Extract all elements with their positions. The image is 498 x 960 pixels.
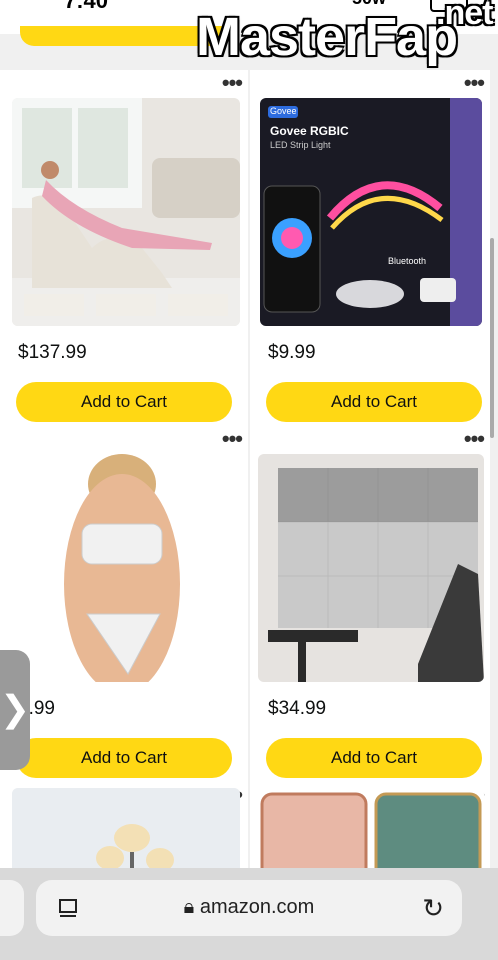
product-card[interactable]: ••• $137.99 Add to Cart xyxy=(0,70,248,440)
watermark-text: MasterFap xyxy=(196,7,458,67)
clock: 7:40 xyxy=(64,0,109,13)
product-feed: ••• $137.99 Add to Cart ••• Govee Govee … xyxy=(0,48,498,902)
bluetooth-label: Bluetooth xyxy=(388,256,427,266)
product-card[interactable]: ••• 2.99 Add to Cart xyxy=(0,426,248,796)
product-price: $137.99 xyxy=(18,342,87,363)
more-options-icon[interactable]: ••• xyxy=(222,70,243,96)
product-image[interactable] xyxy=(258,454,484,682)
product-image[interactable]: Govee Govee RGBIC LED Strip Light Blueto… xyxy=(260,98,482,326)
reload-icon[interactable]: ↻ xyxy=(422,893,444,924)
more-options-icon[interactable]: ••• xyxy=(464,70,485,96)
watermark-logo: MasterFap .net xyxy=(196,0,493,68)
scroll-indicator[interactable] xyxy=(490,238,494,438)
lock-icon: 🔒︎ xyxy=(183,896,195,918)
add-to-cart-button[interactable]: Add to Cart xyxy=(266,382,482,422)
add-to-cart-button[interactable]: Add to Cart xyxy=(16,738,232,778)
watermark-suffix: .net xyxy=(436,0,493,32)
side-drawer-handle[interactable]: ❯ xyxy=(0,650,30,770)
product-card[interactable]: ••• $34.99 Add to Cart xyxy=(250,426,490,796)
address-bar[interactable]: 🔒︎ amazon.com ↻ xyxy=(36,880,462,936)
previous-tab-button[interactable] xyxy=(0,880,24,936)
add-to-cart-button[interactable]: Add to Cart xyxy=(16,382,232,422)
product-image[interactable] xyxy=(12,98,240,326)
add-to-cart-button[interactable]: Add to Cart xyxy=(266,738,482,778)
more-options-icon[interactable]: ••• xyxy=(464,426,485,452)
product-price: $34.99 xyxy=(268,698,327,719)
product-box-title: Govee RGBIC xyxy=(270,124,349,138)
product-card[interactable]: ••• Govee Govee RGBIC LED Strip Light Bl… xyxy=(250,70,490,440)
product-image[interactable] xyxy=(12,454,240,682)
product-box-subtitle: LED Strip Light xyxy=(270,140,331,150)
product-price: $9.99 xyxy=(268,342,316,363)
more-options-icon[interactable]: ••• xyxy=(222,426,243,452)
brand-logo: Govee xyxy=(270,106,297,116)
chevron-right-icon: ❯ xyxy=(0,688,31,729)
url-text[interactable]: 🔒︎ amazon.com xyxy=(36,896,462,919)
